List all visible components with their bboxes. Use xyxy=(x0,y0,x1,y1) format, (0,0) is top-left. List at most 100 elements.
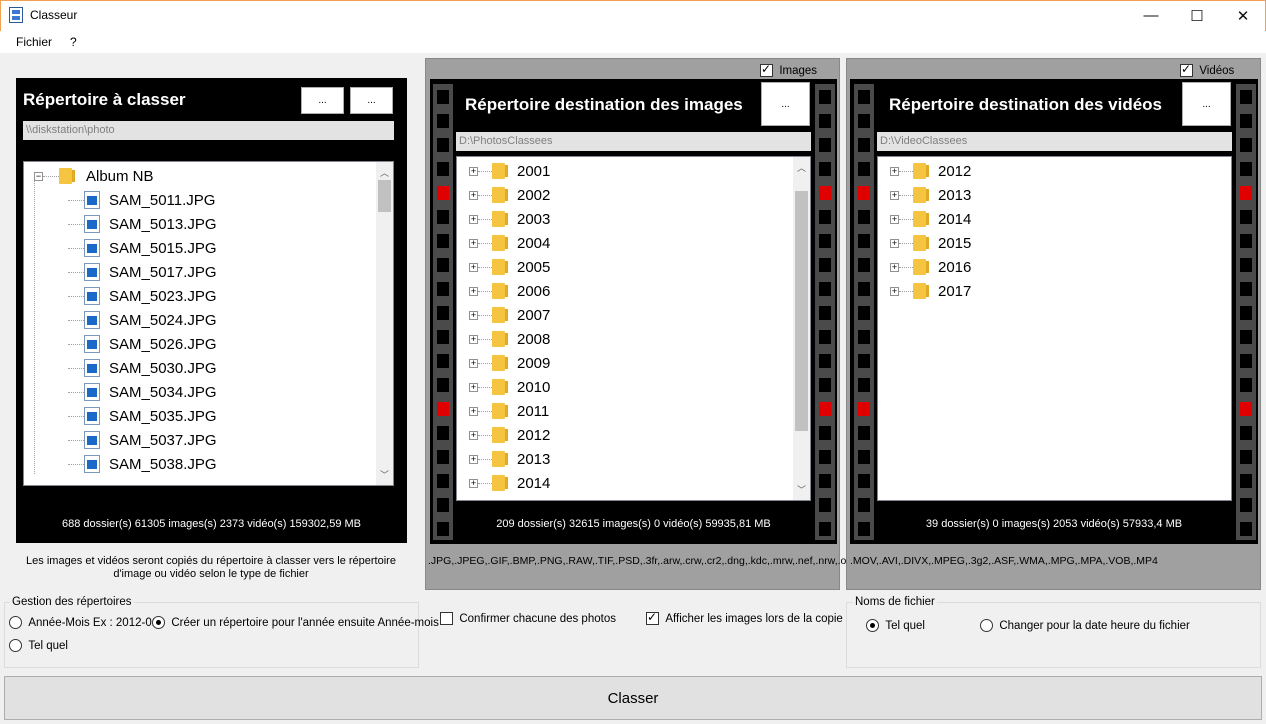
expand-icon[interactable]: + xyxy=(469,430,478,440)
tree-folder-row[interactable]: +2008 xyxy=(469,327,550,351)
images-tree[interactable]: +2001 +2002 +2003 +2004 +2005 +2006 +2007 +2008… xyxy=(456,156,811,501)
scroll-up-icon[interactable]: ︿ xyxy=(797,161,806,174)
expand-icon[interactable]: + xyxy=(469,238,478,248)
expand-icon[interactable]: + xyxy=(469,262,478,272)
expand-icon[interactable]: + xyxy=(469,190,478,200)
radio-icon[interactable] xyxy=(9,616,22,630)
collapse-icon[interactable]: − xyxy=(34,171,43,181)
tree-folder-row[interactable]: +2011 xyxy=(469,399,549,423)
radio-icon[interactable] xyxy=(980,619,993,633)
tree-file-row[interactable]: SAM_5013.JPG xyxy=(68,212,217,236)
tree-folder-row[interactable]: +2006 xyxy=(469,279,550,303)
images-browse-button[interactable]: ... xyxy=(761,82,810,126)
names-option-1[interactable]: Tel quel xyxy=(866,618,925,633)
expand-icon[interactable]: + xyxy=(469,478,478,488)
tree-root-row[interactable]: − Album NB xyxy=(34,164,154,188)
source-title: Répertoire à classer xyxy=(23,90,186,109)
close-button[interactable]: ✕ xyxy=(1220,0,1266,31)
film-sprocket xyxy=(1240,306,1252,320)
expand-icon[interactable]: + xyxy=(469,310,478,320)
expand-icon[interactable]: + xyxy=(890,214,899,224)
confirm-checkbox-row[interactable]: Confirmer chacune des photos xyxy=(440,611,616,626)
tree-folder-row[interactable]: +2017 xyxy=(890,279,971,303)
tree-folder-row[interactable]: +2010 xyxy=(469,375,550,399)
tree-folder-row[interactable]: +2005 xyxy=(469,255,550,279)
tree-file-row[interactable]: SAM_5023.JPG xyxy=(68,284,217,308)
expand-icon[interactable]: + xyxy=(469,358,478,368)
tree-file-row[interactable]: SAM_5038.JPG xyxy=(68,452,217,476)
source-browse-button[interactable]: ... xyxy=(301,87,344,114)
scroll-down-icon[interactable]: ﹀ xyxy=(797,483,806,496)
tree-folder-row[interactable]: +2007 xyxy=(469,303,550,327)
source-scrollbar[interactable]: ︿ ﹀ xyxy=(376,162,393,485)
scroll-thumb[interactable] xyxy=(795,191,808,431)
menu-fichier[interactable]: Fichier xyxy=(16,35,52,49)
videos-tree[interactable]: +2012 +2013 +2014 +2015 +2016 +2017 xyxy=(877,156,1232,501)
expand-icon[interactable]: + xyxy=(469,286,478,296)
classer-button[interactable]: Classer xyxy=(4,676,1262,720)
radio-icon[interactable] xyxy=(866,619,879,633)
tree-file-row[interactable]: SAM_5037.JPG xyxy=(68,428,217,452)
images-path[interactable]: D:\PhotosClassees xyxy=(456,132,811,151)
tree-folder-row[interactable]: +2014 xyxy=(469,471,550,495)
tree-file-row[interactable]: SAM_5015.JPG xyxy=(68,236,217,260)
images-scrollbar[interactable]: ︿ ﹀ xyxy=(793,157,810,500)
radio-icon[interactable] xyxy=(9,639,22,653)
videos-checkbox[interactable] xyxy=(1180,62,1193,78)
tree-folder-row[interactable]: +2012 xyxy=(890,159,971,183)
minimize-button[interactable]: — xyxy=(1128,0,1174,31)
gestion-option-3[interactable]: Tel quel xyxy=(9,638,68,653)
videos-checkbox-row[interactable]: Vidéos xyxy=(1180,62,1234,78)
menu-help[interactable]: ? xyxy=(70,35,77,49)
tree-folder-row[interactable]: +2002 xyxy=(469,183,550,207)
scroll-down-icon[interactable]: ﹀ xyxy=(380,468,389,481)
tree-folder-row[interactable]: +2016 xyxy=(890,255,971,279)
tree-folder-row[interactable]: +2013 xyxy=(890,183,971,207)
scroll-up-icon[interactable]: ︿ xyxy=(380,166,389,179)
show-checkbox[interactable] xyxy=(646,610,659,626)
expand-icon[interactable]: + xyxy=(469,382,478,392)
confirm-checkbox[interactable] xyxy=(440,612,453,626)
expand-icon[interactable]: + xyxy=(890,286,899,296)
videos-browse-button[interactable]: ... xyxy=(1182,82,1231,126)
source-path[interactable]: \\diskstation\photo xyxy=(23,121,394,140)
tree-folder-row[interactable]: +2012 xyxy=(469,423,550,447)
expand-icon[interactable]: + xyxy=(890,166,899,176)
names-option-2[interactable]: Changer pour la date heure du fichier xyxy=(980,618,1190,633)
tree-folder-row[interactable]: +2013 xyxy=(469,447,550,471)
tree-file-row[interactable]: SAM_5026.JPG xyxy=(68,332,217,356)
tree-file-row[interactable]: SAM_5024.JPG xyxy=(68,308,217,332)
tree-folder-row[interactable]: +2015 xyxy=(890,231,971,255)
expand-icon[interactable]: + xyxy=(469,406,478,416)
videos-path[interactable]: D:\VideoClassees xyxy=(877,132,1232,151)
tree-folder-row[interactable]: +2014 xyxy=(890,207,971,231)
expand-icon[interactable]: + xyxy=(469,166,478,176)
expand-icon[interactable]: + xyxy=(890,238,899,248)
film-sprocket xyxy=(858,210,870,224)
source-browse-button-2[interactable]: ... xyxy=(350,87,393,114)
tree-folder-row[interactable]: +2001 xyxy=(469,159,550,183)
expand-icon[interactable]: + xyxy=(469,334,478,344)
gestion-option-1[interactable]: Année-Mois Ex : 2012-01 xyxy=(9,615,158,630)
maximize-button[interactable]: ☐ xyxy=(1174,0,1220,31)
expand-icon[interactable]: + xyxy=(469,214,478,224)
expand-icon[interactable]: + xyxy=(890,262,899,272)
show-checkbox-row[interactable]: Afficher les images lors de la copie xyxy=(646,610,843,626)
gestion-option-2[interactable]: Créer un répertoire pour l'année ensuite… xyxy=(152,615,439,630)
expand-icon[interactable]: + xyxy=(469,454,478,464)
tree-file-row[interactable]: SAM_5034.JPG xyxy=(68,380,217,404)
tree-file-row[interactable]: SAM_5011.JPG xyxy=(68,188,215,212)
radio-icon[interactable] xyxy=(152,616,165,630)
tree-folder-row[interactable]: +2003 xyxy=(469,207,550,231)
tree-file-row[interactable]: SAM_5030.JPG xyxy=(68,356,217,380)
tree-folder-row[interactable]: +2009 xyxy=(469,351,550,375)
expand-icon[interactable]: + xyxy=(890,190,899,200)
tree-file-row[interactable]: SAM_5035.JPG xyxy=(68,404,217,428)
source-tree[interactable]: − Album NB SAM_5011.JPG SAM_5013.JPG SAM_5… xyxy=(23,161,394,486)
images-checkbox-row[interactable]: Images xyxy=(760,62,817,78)
scroll-thumb[interactable] xyxy=(378,180,391,212)
tree-folder-row[interactable]: +2004 xyxy=(469,231,550,255)
film-sprocket xyxy=(437,90,449,104)
images-checkbox[interactable] xyxy=(760,62,773,78)
tree-file-row[interactable]: SAM_5017.JPG xyxy=(68,260,217,284)
